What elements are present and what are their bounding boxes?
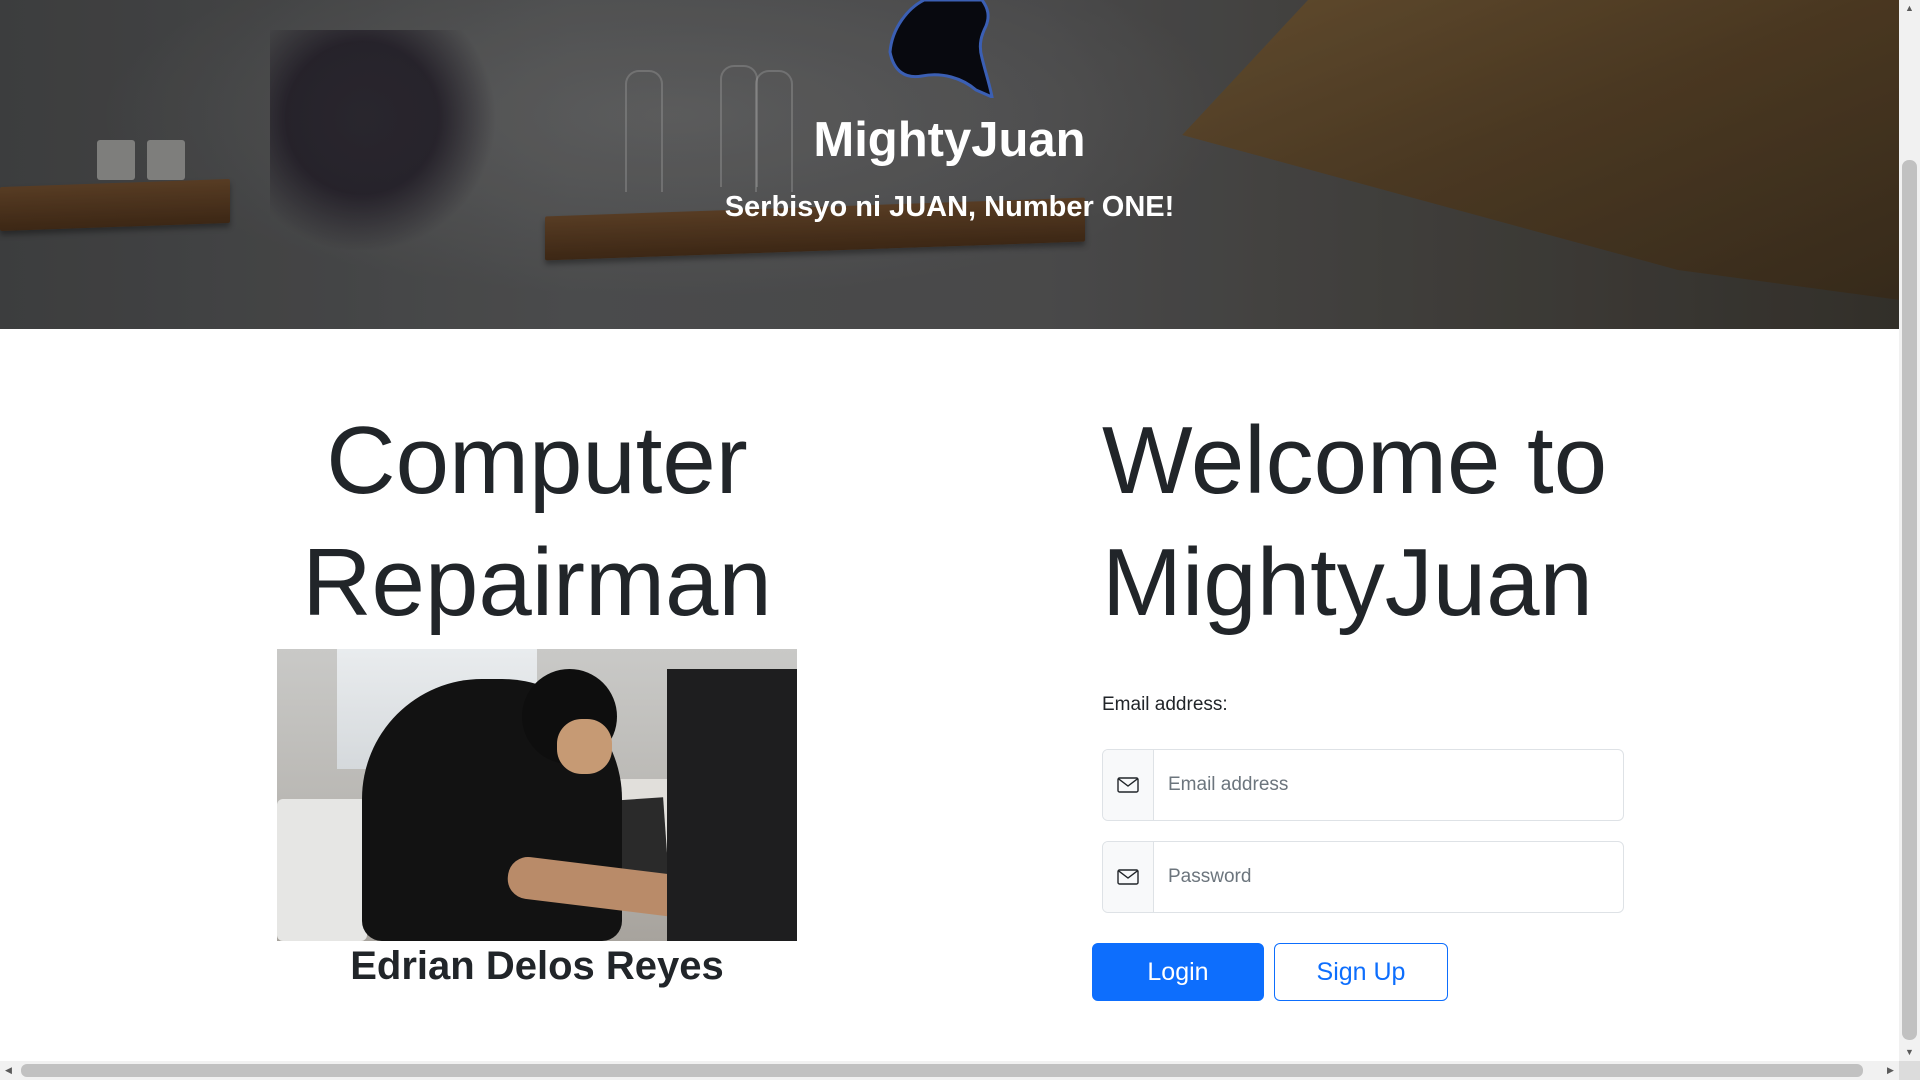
scroll-left-icon[interactable]: ◀ [0, 1061, 17, 1080]
vertical-scrollbar[interactable]: ▲ ▼ [1899, 0, 1920, 1061]
scroll-right-icon[interactable]: ▶ [1882, 1061, 1899, 1080]
featured-heading-line1: Computer [326, 407, 748, 514]
password-input-group [1102, 841, 1624, 913]
flexed-arm-icon [888, 0, 994, 98]
password-input[interactable] [1154, 842, 1623, 912]
repairman-name: Edrian Delos Reyes [350, 944, 724, 988]
envelope-icon [1103, 842, 1154, 912]
featured-heading-line2: Repairman [302, 529, 772, 636]
horizontal-scroll-thumb[interactable] [21, 1064, 1863, 1077]
welcome-heading-line2: MightyJuan [1102, 529, 1593, 636]
welcome-heading: Welcome to MightyJuan [1102, 400, 1662, 644]
scroll-up-icon[interactable]: ▲ [1899, 0, 1920, 17]
scrollbar-corner [1899, 1061, 1920, 1080]
vertical-scroll-thumb[interactable] [1902, 160, 1917, 1040]
scroll-down-icon[interactable]: ▼ [1899, 1044, 1920, 1061]
email-input[interactable] [1154, 750, 1623, 820]
repairman-photo [277, 649, 797, 941]
site-title: MightyJuan [813, 113, 1086, 167]
envelope-icon [1103, 750, 1154, 820]
site-tagline: Serbisyo ni JUAN, Number ONE! [724, 191, 1175, 223]
login-button[interactable]: Login [1092, 943, 1264, 1001]
featured-heading: Computer Repairman [237, 400, 837, 644]
email-input-group [1102, 749, 1624, 821]
welcome-heading-line1: Welcome to [1102, 407, 1608, 514]
email-label: Email address: [1102, 694, 1228, 715]
signup-button[interactable]: Sign Up [1274, 943, 1448, 1001]
horizontal-scrollbar[interactable]: ◀ ▶ [0, 1061, 1899, 1080]
hero-banner: MightyJuan Serbisyo ni JUAN, Number ONE! [0, 0, 1899, 329]
